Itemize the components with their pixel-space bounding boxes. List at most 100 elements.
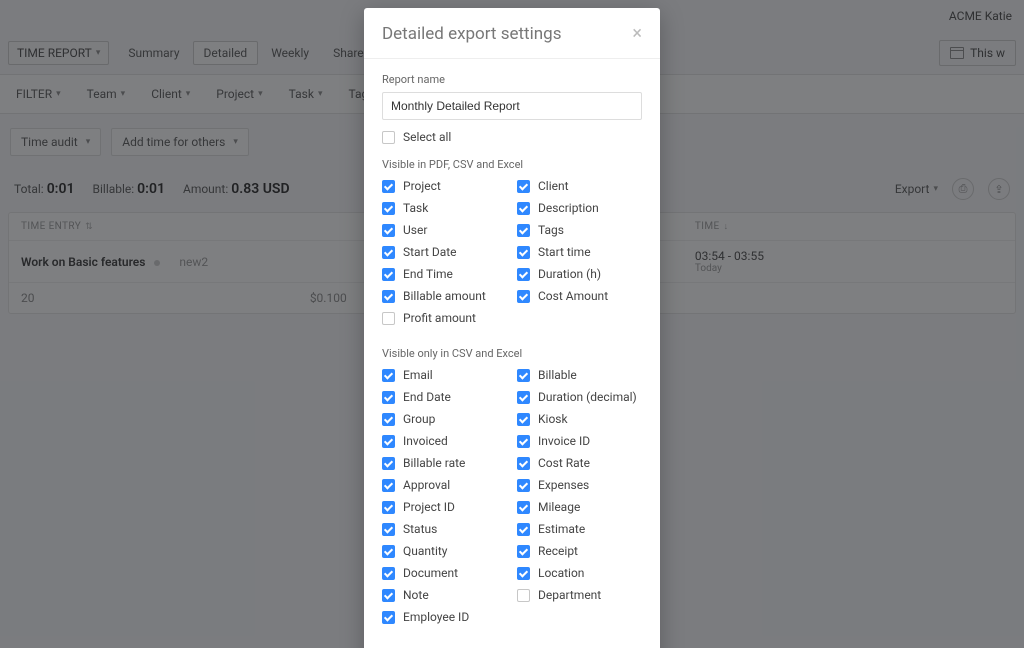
export-field-checkbox[interactable]: Billable (517, 368, 642, 382)
export-field-checkbox[interactable]: Department (517, 588, 642, 602)
checkbox-icon (382, 611, 395, 624)
checkbox-icon (517, 501, 530, 514)
checkbox-label: User (403, 223, 427, 237)
export-field-checkbox[interactable]: End Date (382, 390, 507, 404)
checkbox-label: Kiosk (538, 412, 568, 426)
checkbox-label: Billable (538, 368, 577, 382)
export-field-checkbox[interactable]: User (382, 223, 507, 237)
checkbox-label: Estimate (538, 522, 585, 536)
section-visible-csv-excel: Visible only in CSV and Excel (382, 347, 642, 360)
report-name-input[interactable] (382, 92, 642, 120)
checkbox-label: Project ID (403, 500, 455, 514)
checkbox-label: Invoice ID (538, 434, 590, 448)
export-field-checkbox[interactable]: Receipt (517, 544, 642, 558)
export-field-checkbox[interactable]: Client (517, 179, 642, 193)
export-field-checkbox[interactable]: Project (382, 179, 507, 193)
app-page: ACME Katie TIME REPORT ▾ SummaryDetailed… (0, 0, 1024, 648)
export-field-checkbox[interactable]: Invoiced (382, 434, 507, 448)
checkbox-label: Location (538, 566, 584, 580)
checkbox-label: Project (403, 179, 441, 193)
checkbox-label: Mileage (538, 500, 580, 514)
checkbox-icon (517, 391, 530, 404)
select-all-checkbox[interactable]: Select all (382, 130, 642, 144)
export-field-checkbox[interactable]: Task (382, 201, 507, 215)
export-field-checkbox[interactable]: Invoice ID (517, 434, 642, 448)
export-field-checkbox[interactable]: Quantity (382, 544, 507, 558)
checkbox-icon (517, 479, 530, 492)
checkbox-icon (382, 180, 395, 193)
checkbox-label: Start Date (403, 245, 457, 259)
export-field-checkbox[interactable]: Billable rate (382, 456, 507, 470)
export-field-checkbox[interactable]: Group (382, 412, 507, 426)
export-field-checkbox[interactable]: Description (517, 201, 642, 215)
checkbox-label: Profit amount (403, 311, 476, 325)
export-settings-modal: Detailed export settings × Report name S… (364, 8, 660, 648)
export-field-checkbox[interactable]: Location (517, 566, 642, 580)
checkbox-label: Invoiced (403, 434, 448, 448)
export-field-checkbox[interactable]: Profit amount (382, 311, 507, 325)
export-field-checkbox[interactable]: End Time (382, 267, 507, 281)
export-field-checkbox[interactable]: Cost Amount (517, 289, 642, 303)
checkbox-icon (382, 224, 395, 237)
checkbox-label: Note (403, 588, 429, 602)
checkbox-icon (382, 246, 395, 259)
checkbox-label: Approval (403, 478, 450, 492)
checkbox-label: Duration (decimal) (538, 390, 637, 404)
checkbox-icon (382, 435, 395, 448)
checkbox-label: Description (538, 201, 599, 215)
export-field-checkbox[interactable]: Tags (517, 223, 642, 237)
checkbox-label: End Time (403, 267, 453, 281)
checkbox-icon (517, 202, 530, 215)
checkbox-icon (517, 180, 530, 193)
checkbox-icon (517, 567, 530, 580)
checkbox-label: Receipt (538, 544, 578, 558)
checkbox-icon (382, 131, 395, 144)
checkbox-label: Email (403, 368, 433, 382)
export-field-checkbox[interactable]: Billable amount (382, 289, 507, 303)
checkbox-icon (517, 435, 530, 448)
export-field-checkbox[interactable]: Employee ID (382, 610, 507, 624)
checkbox-label: Billable amount (403, 289, 486, 303)
close-icon[interactable]: × (632, 25, 642, 43)
modal-header: Detailed export settings × (364, 8, 660, 59)
checkbox-icon (382, 523, 395, 536)
report-name-label: Report name (382, 73, 642, 86)
export-field-checkbox[interactable]: Start time (517, 245, 642, 259)
checkbox-icon (382, 413, 395, 426)
export-field-checkbox[interactable]: Duration (decimal) (517, 390, 642, 404)
section-visible-all: Visible in PDF, CSV and Excel (382, 158, 642, 171)
export-field-checkbox[interactable]: Estimate (517, 522, 642, 536)
export-field-checkbox[interactable]: Status (382, 522, 507, 536)
checkbox-label: Department (538, 588, 601, 602)
checkbox-label: Task (403, 201, 428, 215)
checkbox-label: Start time (538, 245, 591, 259)
checkbox-icon (382, 369, 395, 382)
export-field-checkbox[interactable]: Note (382, 588, 507, 602)
checkbox-label: Expenses (538, 478, 589, 492)
select-all-label: Select all (403, 130, 451, 144)
export-field-checkbox[interactable]: Cost Rate (517, 456, 642, 470)
export-field-checkbox[interactable]: Mileage (517, 500, 642, 514)
modal-title: Detailed export settings (382, 24, 561, 44)
checkbox-label: Duration (h) (538, 267, 601, 281)
export-field-checkbox[interactable]: Document (382, 566, 507, 580)
modal-body: Report name Select all Visible in PDF, C… (364, 59, 660, 648)
checkbox-icon (382, 290, 395, 303)
checkbox-icon (382, 457, 395, 470)
checkbox-icon (382, 268, 395, 281)
export-field-checkbox[interactable]: Kiosk (517, 412, 642, 426)
checkbox-icon (517, 268, 530, 281)
export-field-checkbox[interactable]: Email (382, 368, 507, 382)
export-field-checkbox[interactable]: Duration (h) (517, 267, 642, 281)
export-field-checkbox[interactable]: Start Date (382, 245, 507, 259)
checkbox-label: Document (403, 566, 458, 580)
export-field-checkbox[interactable]: Approval (382, 478, 507, 492)
export-field-checkbox[interactable]: Project ID (382, 500, 507, 514)
checkbox-icon (382, 312, 395, 325)
export-field-checkbox[interactable]: Expenses (517, 478, 642, 492)
checkbox-icon (517, 224, 530, 237)
checkbox-icon (517, 457, 530, 470)
checkbox-icon (382, 545, 395, 558)
checkbox-label: Cost Rate (538, 456, 590, 470)
checkbox-icon (517, 369, 530, 382)
